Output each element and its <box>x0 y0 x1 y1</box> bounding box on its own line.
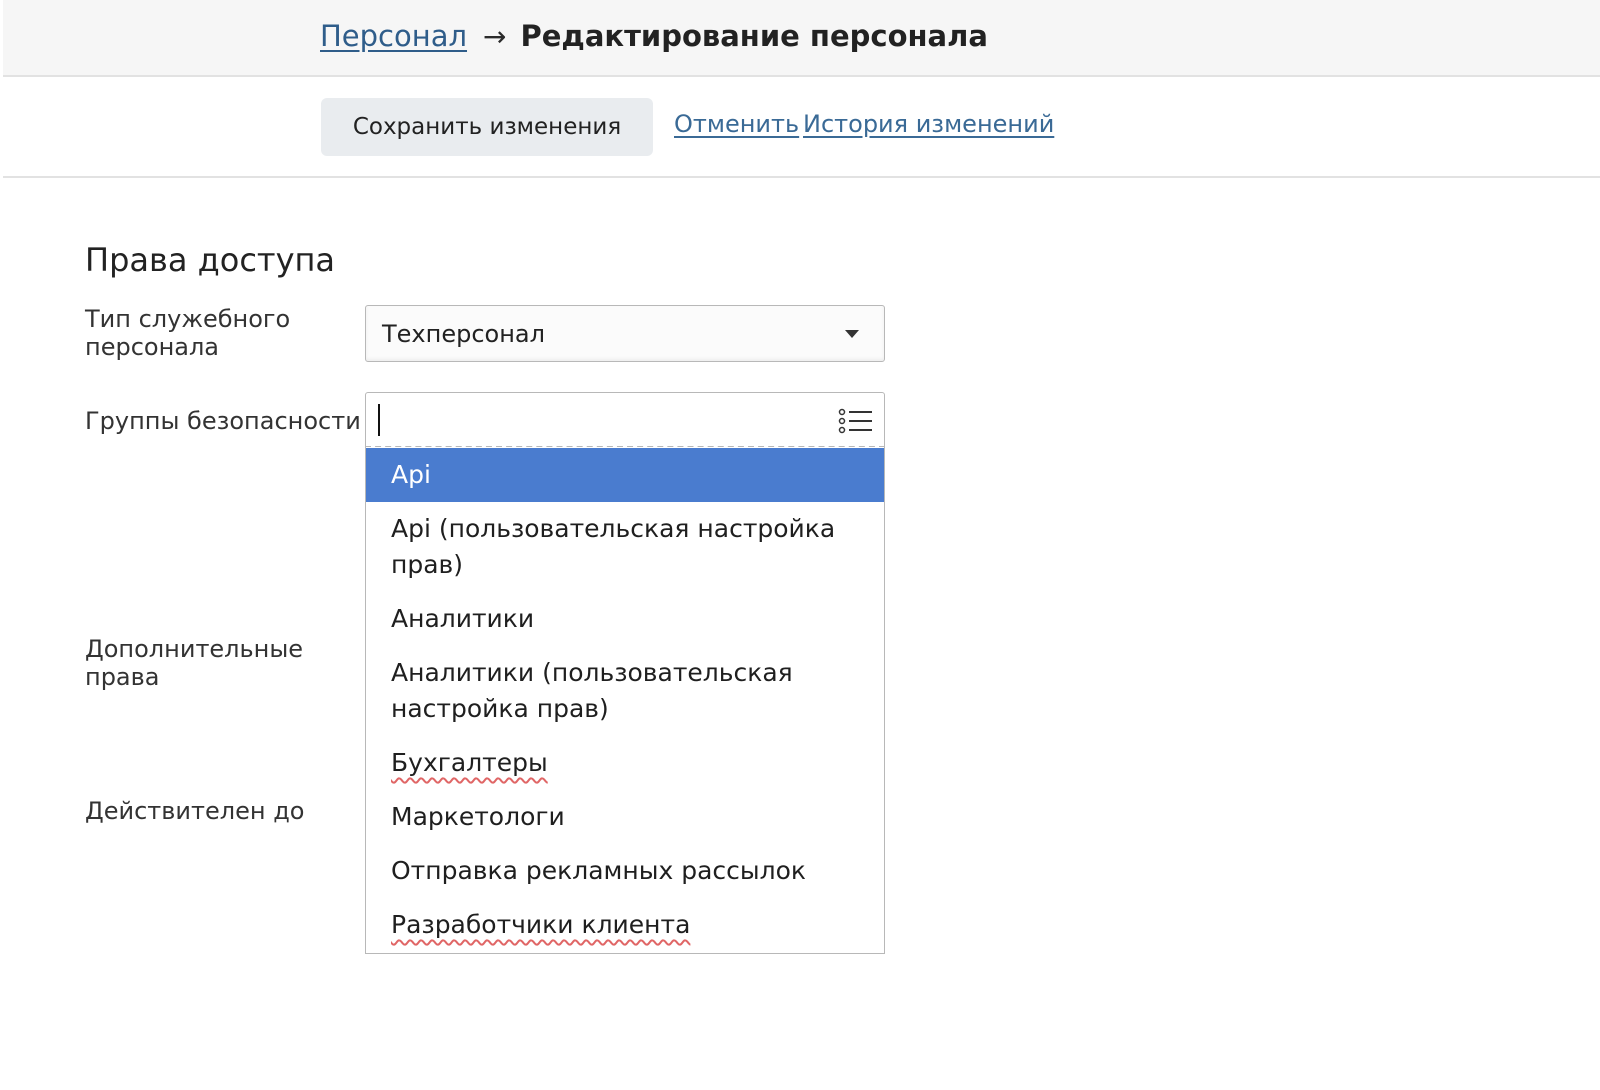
group-option-api[interactable]: Api <box>366 448 884 502</box>
history-link[interactable]: История изменений <box>803 110 1054 138</box>
staff-type-label: Тип служебного персонала <box>85 305 291 361</box>
breadcrumb-link-personnel[interactable]: Персонал <box>320 19 467 53</box>
group-option-label: Api (пользовательская настройка прав) <box>391 514 836 579</box>
valid-until-label: Действителен до <box>85 797 305 825</box>
extra-rights-label: Дополнительные права <box>85 635 304 691</box>
toolbar-divider <box>3 176 1600 178</box>
group-option-label: Маркетологи <box>391 802 565 831</box>
group-option-ad-mailing[interactable]: Отправка рекламных рассылок <box>366 853 884 889</box>
section-title: Права доступа <box>85 241 336 279</box>
staff-type-select[interactable]: Техперсонал <box>365 305 885 362</box>
security-groups-input[interactable] <box>365 392 885 448</box>
cancel-link[interactable]: Отменить <box>674 110 799 138</box>
group-option-label: Отправка рекламных рассылок <box>391 856 807 885</box>
group-option-label: Api <box>391 460 431 489</box>
breadcrumb: Персонал → Редактирование персонала <box>320 16 988 56</box>
security-groups-dropdown: Api Api (пользовательская настройка прав… <box>365 447 885 954</box>
security-groups-label: Группы безопасности <box>85 407 361 435</box>
group-option-label: Аналитики <box>391 604 535 633</box>
breadcrumb-arrow-icon: → <box>483 19 507 53</box>
group-option-marketers[interactable]: Маркетологи <box>366 799 884 835</box>
group-option-label: Разработчики клиента <box>391 910 691 939</box>
text-cursor <box>378 404 380 436</box>
group-option-analysts-custom[interactable]: Аналитики (пользовательская настройка пр… <box>366 655 884 727</box>
group-option-api-custom[interactable]: Api (пользовательская настройка прав) <box>366 511 884 583</box>
group-option-accountants[interactable]: Бухгалтеры <box>366 745 884 781</box>
page-title: Редактирование персонала <box>520 19 988 53</box>
group-option-client-developers[interactable]: Разработчики клиента <box>366 907 884 943</box>
save-button[interactable]: Сохранить изменения <box>321 98 653 156</box>
caret-down-icon <box>845 330 859 338</box>
group-option-label: Бухгалтеры <box>391 748 548 777</box>
list-icon[interactable] <box>838 408 874 434</box>
staff-type-value: Техперсонал <box>382 319 545 348</box>
group-option-analysts[interactable]: Аналитики <box>366 601 884 637</box>
group-option-label: Аналитики (пользовательская настройка пр… <box>391 658 793 723</box>
